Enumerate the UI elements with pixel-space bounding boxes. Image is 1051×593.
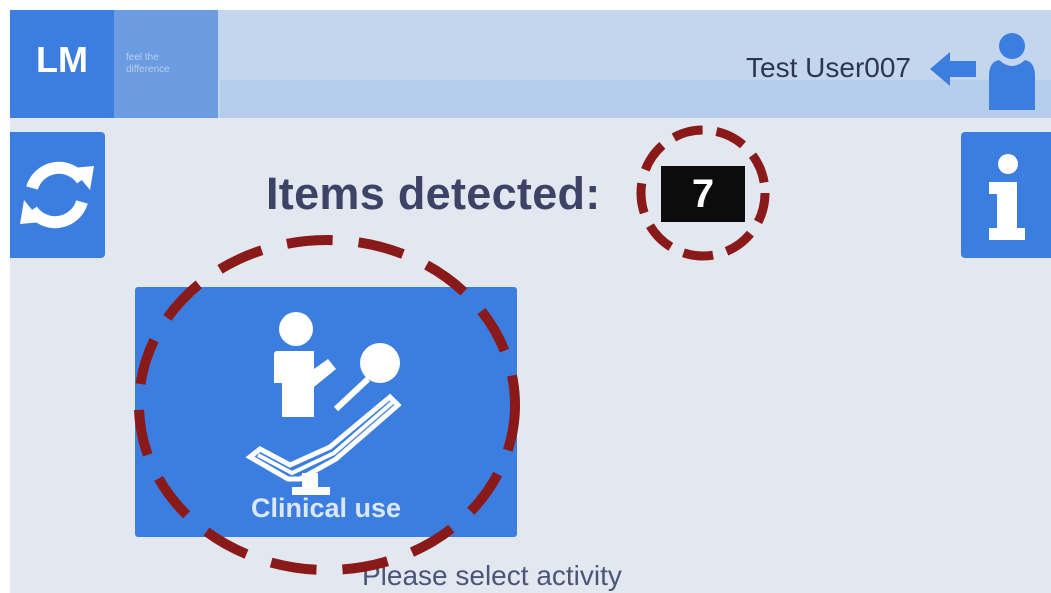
username-label: Test User007 [746,52,911,83]
screen: LM feel the difference Test User007 Item… [10,10,1051,593]
refresh-button[interactable] [10,132,105,258]
info-icon [989,154,1025,240]
dental-chair-icon [245,312,402,495]
header-bar: LM feel the difference Test User007 [10,10,1051,118]
info-button[interactable] [961,132,1051,258]
items-detected-label: Items detected: [266,168,601,219]
tagline-line-2: difference [126,64,170,75]
select-activity-prompt: Please select activity [362,560,622,591]
header-band [220,80,1051,118]
items-count: 7 [661,166,745,222]
tagline: feel the difference [114,10,218,118]
activity-label: Clinical use [250,493,402,523]
arrow-left-icon[interactable] [930,52,976,86]
user-icon[interactable] [985,32,1039,110]
activity-clinical-use-button[interactable]: Clinical use [135,287,517,537]
logo: LM [10,10,114,118]
refresh-icon [20,161,94,229]
tagline-line-1: feel the [126,52,159,63]
